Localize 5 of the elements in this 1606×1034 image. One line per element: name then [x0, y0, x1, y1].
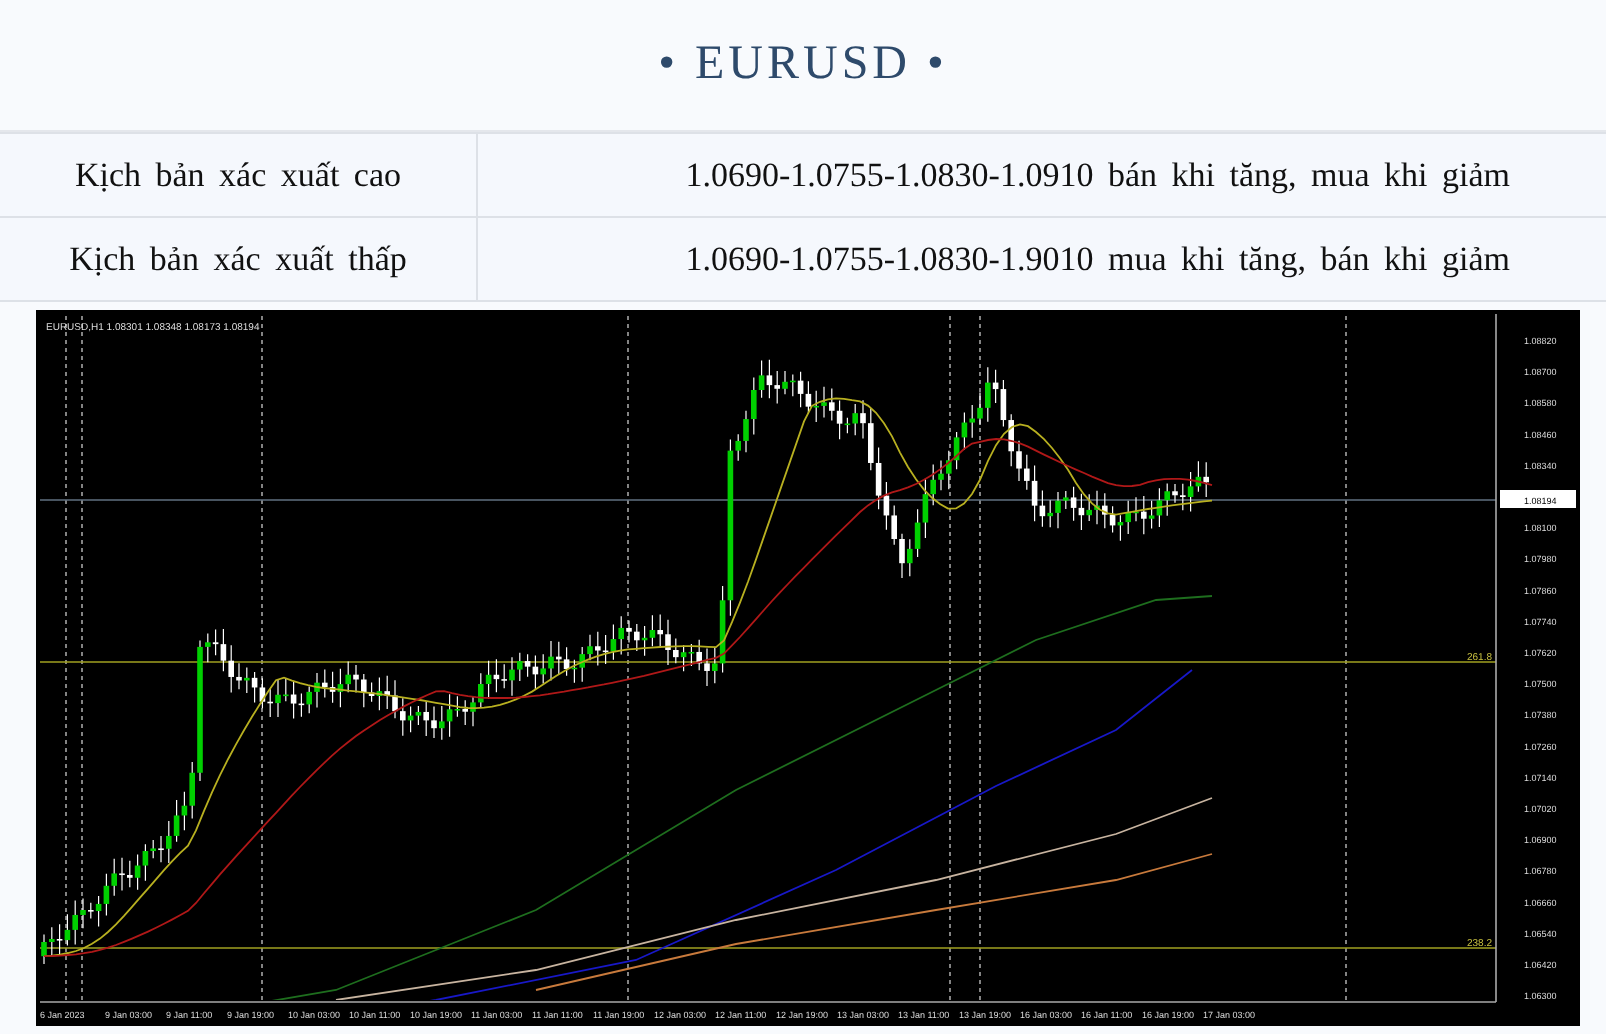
scenario-label: Kịch bản xác xuất cao — [0, 133, 477, 217]
scenario-levels: 1.0690-1.0755-1.0830-1.0910 bán khi tăng, mua khi giảm — [477, 133, 1606, 217]
scenario-label: Kịch bản xác xuất thấp — [0, 217, 477, 301]
scenario-levels: 1.0690-1.0755-1.0830-1.9010 mua khi tăng, bán khi giảm — [477, 217, 1606, 301]
page-title: • EURUSD • — [658, 38, 948, 92]
